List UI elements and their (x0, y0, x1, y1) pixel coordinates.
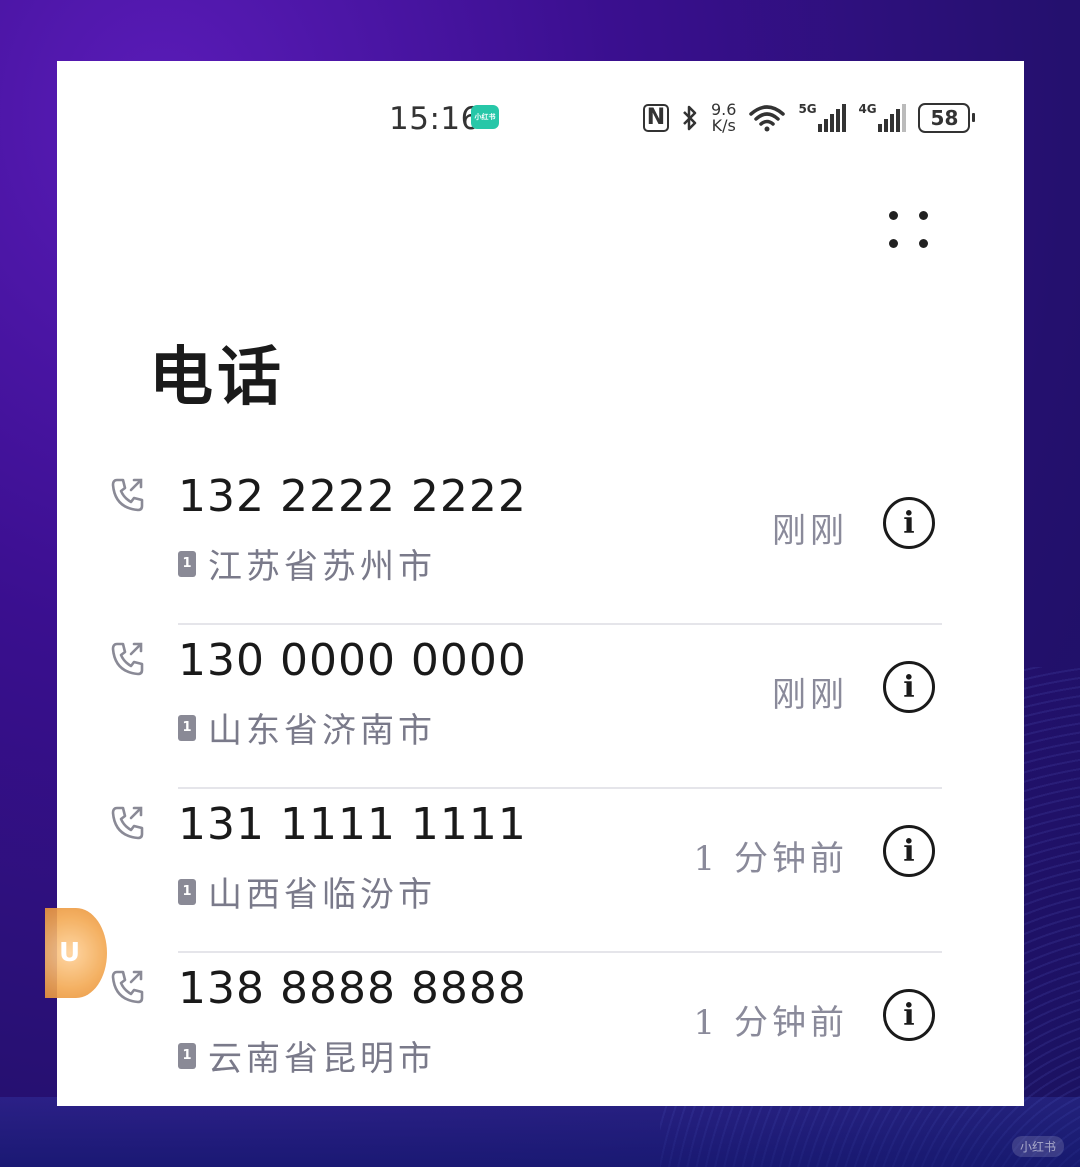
call-location: 1 山西省临汾市 (178, 867, 436, 916)
phone-screen: 15:16 小红书 N 9.6 K/s 5G 4G 58 电话 132 2222… (57, 61, 1024, 1106)
call-location: 1 山东省济南市 (178, 703, 436, 752)
bluetooth-icon (683, 105, 697, 131)
wifi-icon (749, 105, 786, 132)
call-number: 138 8888 8888 (178, 963, 527, 1014)
page-title: 电话 (149, 340, 285, 415)
signal-sim1-icon: 5G (798, 102, 847, 132)
notification-app-icon: 小红书 (471, 105, 499, 129)
call-log-list: 132 2222 2222 1 江苏省苏州市 刚刚 i 130 0000 000… (57, 461, 1024, 1106)
sim-card-icon: 1 (178, 550, 196, 577)
call-time: 刚刚 (772, 675, 848, 715)
call-number: 132 2222 2222 (178, 471, 527, 522)
call-log-item[interactable]: 130 0000 0000 1 山东省济南市 刚刚 i (57, 625, 1024, 789)
call-location-text: 山西省临汾市 (208, 875, 436, 915)
sim-card-icon: 1 (178, 1042, 196, 1069)
outgoing-call-icon (111, 478, 144, 512)
call-location: 1 云南省昆明市 (178, 1031, 436, 1080)
more-dot (889, 239, 898, 248)
call-location-text: 山东省济南市 (208, 711, 436, 751)
call-time: 1 分钟前 (693, 1003, 848, 1043)
status-icons: N 9.6 K/s 5G 4G 58 (643, 99, 976, 137)
network-speed-unit: K/s (711, 116, 736, 135)
call-info-button[interactable]: i (883, 825, 935, 877)
battery-icon: 58 (918, 103, 976, 133)
more-options-button[interactable] (889, 211, 933, 255)
floating-assistant-ball[interactable]: U (45, 908, 107, 998)
status-time: 15:16 (389, 101, 481, 137)
call-log-item[interactable]: 132 2222 2222 1 江苏省苏州市 刚刚 i (57, 461, 1024, 625)
outgoing-call-icon (111, 642, 144, 676)
more-dot (919, 239, 928, 248)
floating-ball-icon: U (59, 938, 81, 968)
call-location: 1 江苏省苏州市 (178, 539, 436, 588)
call-info-button[interactable]: i (883, 989, 935, 1041)
watermark: 小红书 (1011, 1136, 1064, 1157)
sim1-network-label: 5G (798, 102, 817, 116)
call-number: 130 0000 0000 (178, 635, 527, 686)
signal-sim2-icon: 4G (858, 102, 907, 132)
outgoing-call-icon (111, 970, 144, 1004)
sim-card-icon: 1 (178, 878, 196, 905)
network-speed: 9.6 K/s (711, 102, 736, 134)
call-info-button[interactable]: i (883, 661, 935, 713)
call-time: 1 分钟前 (693, 839, 848, 879)
call-info-button[interactable]: i (883, 497, 935, 549)
sim-card-icon: 1 (178, 714, 196, 741)
call-time: 刚刚 (772, 511, 848, 551)
call-location-text: 云南省昆明市 (208, 1039, 436, 1079)
call-log-item[interactable]: 131 1111 1111 1 山西省临汾市 1 分钟前 i (57, 789, 1024, 953)
call-number: 131 1111 1111 (178, 799, 527, 850)
more-dots-icon (889, 211, 898, 220)
background-bottom-band (0, 1097, 1080, 1167)
outgoing-call-icon (111, 806, 144, 840)
nfc-icon: N (643, 104, 669, 132)
call-location-text: 江苏省苏州市 (208, 547, 436, 587)
more-dot (919, 211, 928, 220)
call-log-item[interactable]: 138 8888 8888 1 云南省昆明市 1 分钟前 i (57, 953, 1024, 1106)
sim2-network-label: 4G (858, 102, 877, 116)
